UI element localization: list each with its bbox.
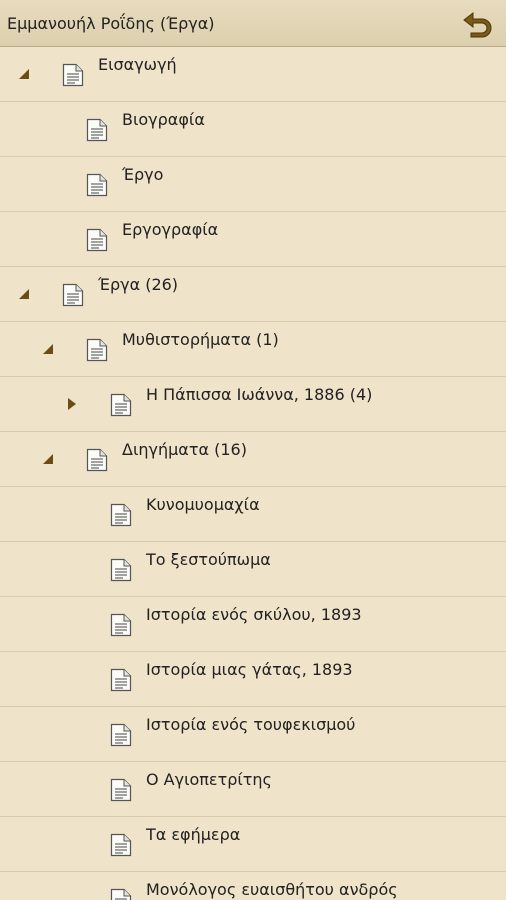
tree-row[interactable]: Ιστορία μιας γάτας, 1893 [0,652,506,707]
tree-item-label: Ιστορία ενός τουφεκισμού [146,715,356,734]
tree-row[interactable]: Κυνομυομαχία [0,487,506,542]
tree-item-label: Μονόλογος ευαισθήτου ανδρός [146,880,398,899]
document-icon [110,888,132,900]
document-icon [62,283,84,307]
document-icon [86,448,108,472]
collapsed-arrow-icon[interactable] [65,397,79,411]
document-icon [110,613,132,637]
tree-item-label: Κυνομυομαχία [146,495,260,514]
app-window: Εμμανουήλ Ροΐδης (Έργα) Εισαγωγή Βιογραφί… [0,0,506,900]
document-icon [110,393,132,417]
tree-item-label: Έργα (26) [98,275,179,294]
tree-row[interactable]: Μυθιστορήματα (1) [0,322,506,377]
document-icon [110,503,132,527]
tree-item-label: Ο Αγιοπετρίτης [146,770,272,789]
document-icon [110,778,132,802]
tree-item-label: Ιστορία ενός σκύλου, 1893 [146,605,362,624]
tree-row[interactable]: Εργογραφία [0,212,506,267]
tree-row[interactable]: Ιστορία ενός σκύλου, 1893 [0,597,506,652]
tree-row[interactable]: Η Πάπισσα Ιωάννα, 1886 (4) [0,377,506,432]
tree-list: Εισαγωγή Βιογραφία Έργο Εργογραφία Έργα (26)… [0,47,506,900]
document-icon [62,63,84,87]
tree-row[interactable]: Τα εφήμερα [0,817,506,872]
tree-item-label: Έργο [122,165,164,184]
tree-item-label: Βιογραφία [122,110,205,129]
tree-row[interactable]: Έργο [0,157,506,212]
document-icon [86,228,108,252]
undo-arrow-icon [463,11,492,38]
title-bar: Εμμανουήλ Ροΐδης (Έργα) [0,0,506,47]
tree-row[interactable]: Εισαγωγή [0,47,506,102]
document-icon [110,723,132,747]
document-icon [110,558,132,582]
tree-item-label: Το ξεστούπωμα [146,550,271,569]
document-icon [86,118,108,142]
tree-item-label: Εργογραφία [122,220,219,239]
expanded-arrow-icon[interactable] [41,342,55,356]
document-icon [86,338,108,362]
tree-row[interactable]: Μονόλογος ευαισθήτου ανδρός [0,872,506,900]
tree-item-label: Διηγήματα (16) [122,440,247,459]
back-button[interactable] [462,8,496,40]
tree-row[interactable]: Το ξεστούπωμα [0,542,506,597]
tree-row[interactable]: Ιστορία ενός τουφεκισμού [0,707,506,762]
document-icon [110,833,132,857]
tree-row[interactable]: Ο Αγιοπετρίτης [0,762,506,817]
tree-row[interactable]: Διηγήματα (16) [0,432,506,487]
expanded-arrow-icon[interactable] [17,67,31,81]
tree-item-label: Εισαγωγή [98,55,177,74]
expanded-arrow-icon[interactable] [17,287,31,301]
tree-item-label: Η Πάπισσα Ιωάννα, 1886 (4) [146,385,373,404]
tree-row[interactable]: Βιογραφία [0,102,506,157]
document-icon [86,173,108,197]
tree-item-label: Τα εφήμερα [146,825,241,844]
document-icon [110,668,132,692]
page-title: Εμμανουήλ Ροΐδης (Έργα) [7,13,215,33]
tree-item-label: Ιστορία μιας γάτας, 1893 [146,660,353,679]
expanded-arrow-icon[interactable] [41,452,55,466]
tree-item-label: Μυθιστορήματα (1) [122,330,279,349]
tree-row[interactable]: Έργα (26) [0,267,506,322]
